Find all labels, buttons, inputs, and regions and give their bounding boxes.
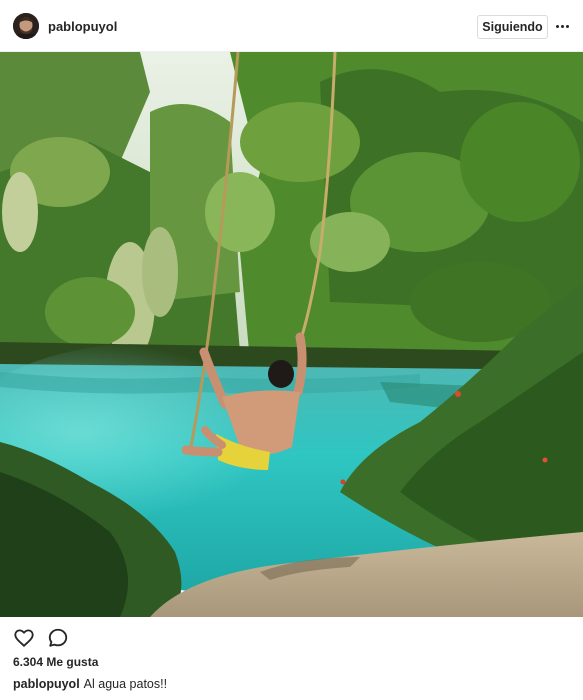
avatar-image (13, 13, 39, 39)
rope-swing-photo (0, 52, 583, 617)
caption-username[interactable]: pablopuyol (13, 677, 80, 691)
header-username[interactable]: pablopuyol (48, 19, 117, 34)
comment-icon-glyph (48, 628, 68, 647)
more-dot (565, 24, 569, 28)
more-dot (560, 24, 564, 28)
post-header: pablopuyol Siguiendo (0, 0, 583, 52)
comment-icon[interactable] (47, 627, 69, 649)
heart-icon[interactable] (13, 627, 35, 649)
heart-icon-glyph (14, 629, 34, 648)
caption-text: Al agua patos!! (83, 677, 168, 691)
following-button[interactable]: Siguiendo (477, 15, 548, 39)
avatar[interactable] (13, 13, 39, 39)
caption: pablopuyol Al agua patos!! (13, 677, 167, 691)
instagram-post: pablopuyol Siguiendo 6.304 Me gusta pabl… (0, 0, 583, 700)
more-options-icon[interactable] (553, 18, 571, 34)
like-count[interactable]: 6.304 Me gusta (13, 655, 98, 669)
post-photo[interactable] (0, 52, 583, 617)
more-dot (555, 24, 559, 28)
post-actions (0, 617, 583, 653)
